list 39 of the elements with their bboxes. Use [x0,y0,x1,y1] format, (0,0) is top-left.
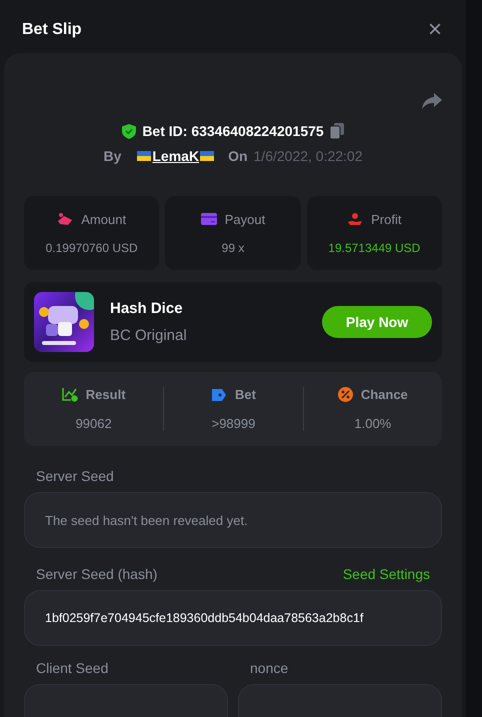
field-label: Server Seed (hash) [36,566,158,582]
close-button[interactable]: × [426,18,444,42]
server-seed-field[interactable]: The seed hasn't been revealed yet. [24,492,442,548]
chart-check-icon [62,387,78,402]
stat-label: Payout [224,212,266,226]
field-label: Client Seed [36,660,108,676]
result-label: Result [86,387,126,402]
bet-id: Bet ID: 63346408224201575 [142,123,324,139]
stat-value: 99 x [222,240,244,254]
on-label: On [228,148,248,164]
copy-icon[interactable] [330,123,344,139]
seed-settings-link[interactable]: Seed Settings [342,566,430,582]
by-label: By [103,148,122,164]
stat-value: 19.5713449 USD [328,240,420,254]
shield-check-icon [122,124,136,138]
stat-label: Profit [371,212,402,226]
percent-icon [338,387,353,402]
person-hand-icon [347,212,364,226]
tag-icon [211,388,228,402]
share-icon[interactable] [422,93,442,109]
bet-date: 1/6/2022, 0:22:02 [254,148,363,164]
result-value: 99062 [76,416,112,431]
flag-icon [200,151,214,161]
game-subtitle: BC Original [110,327,188,344]
result-value: >98999 [212,416,256,431]
window-title: Bet Slip [22,21,82,39]
result-label: Bet [235,387,256,402]
result-value: 1.00% [354,416,392,431]
server-hash-field[interactable]: 1bf0259f7e704945cfe189360ddb54b04daa78563a2b8c1f [24,590,442,646]
username-link[interactable]: LemaK [137,148,214,164]
field-label: nonce [250,660,288,676]
hand-coin-icon [57,212,74,226]
field-label: Server Seed [36,468,114,484]
flag-icon [137,151,152,161]
stat-label: Amount [81,212,126,226]
card-icon [200,213,217,225]
result-label: Chance [360,387,408,402]
stat-value: 0.19970760 USD [46,240,138,254]
game-name: Hash Dice [110,300,184,317]
